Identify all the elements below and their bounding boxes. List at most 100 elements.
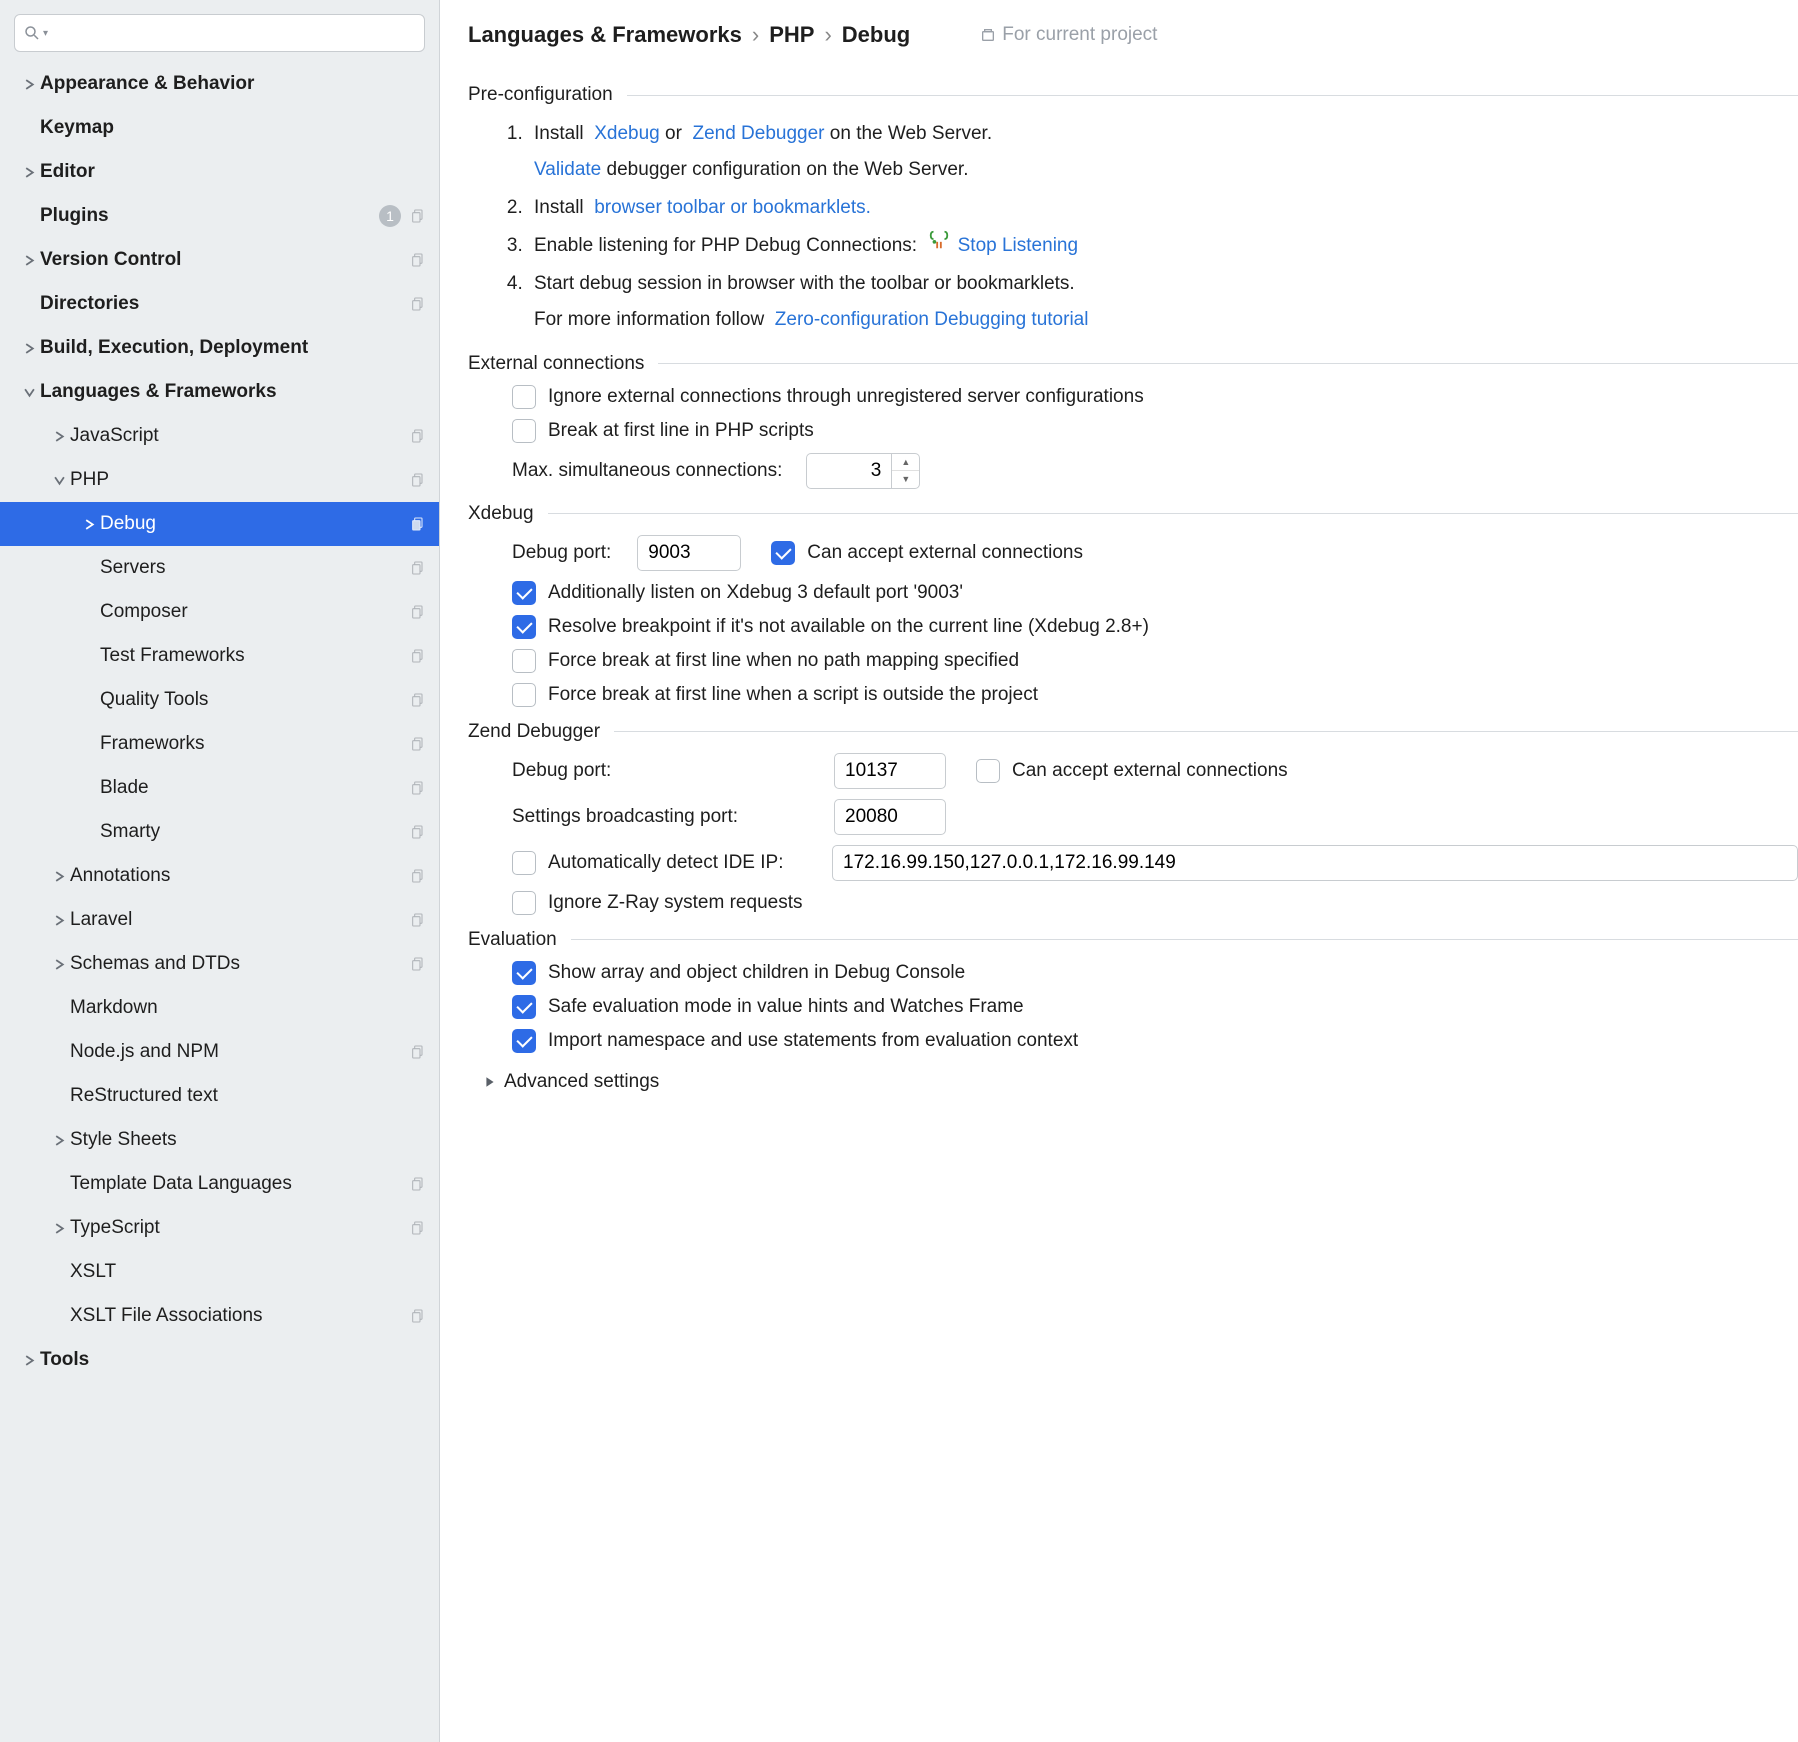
sidebar-item-node-js-and-npm[interactable]: Node.js and NPM: [0, 1030, 439, 1074]
zend-ignore-zray-label: Ignore Z-Ray system requests: [548, 892, 802, 914]
sidebar-item-template-data-languages[interactable]: Template Data Languages: [0, 1162, 439, 1206]
sidebar-item-style-sheets[interactable]: Style Sheets: [0, 1118, 439, 1162]
sidebar-item-smarty[interactable]: Smarty: [0, 810, 439, 854]
xdebug-accept-external-checkbox[interactable]: [771, 541, 795, 565]
sidebar-item-debug[interactable]: Debug: [0, 502, 439, 546]
sidebar-item-version-control[interactable]: Version Control: [0, 238, 439, 282]
sidebar-item-label: Plugins: [40, 205, 379, 227]
chevron-right-icon: [50, 955, 68, 973]
sidebar-item-label: Markdown: [70, 997, 429, 1019]
section-evaluation: Evaluation: [468, 929, 1798, 951]
arrow-spacer: [50, 1263, 68, 1281]
stop-listening-link[interactable]: Stop Listening: [958, 235, 1078, 256]
sidebar-item-servers[interactable]: Servers: [0, 546, 439, 590]
sidebar-item-frameworks[interactable]: Frameworks: [0, 722, 439, 766]
sidebar-item-markdown[interactable]: Markdown: [0, 986, 439, 1030]
sidebar-item-keymap[interactable]: Keymap: [0, 106, 439, 150]
project-icon: [980, 27, 996, 43]
search-box[interactable]: ▾: [14, 14, 425, 52]
chevron-right-icon: [20, 163, 38, 181]
sidebar-item-schemas-and-dtds[interactable]: Schemas and DTDs: [0, 942, 439, 986]
project-scope-icon: [407, 780, 429, 796]
arrow-spacer: [50, 1087, 68, 1105]
project-scope-icon: [407, 516, 429, 532]
sidebar-item-build-execution-deployment[interactable]: Build, Execution, Deployment: [0, 326, 439, 370]
search-input[interactable]: [48, 23, 416, 44]
validate-link[interactable]: Validate: [534, 159, 601, 180]
xdebug-force-nopath-checkbox[interactable]: [512, 649, 536, 673]
sidebar-item-annotations[interactable]: Annotations: [0, 854, 439, 898]
sidebar-item-label: Frameworks: [100, 733, 407, 755]
sidebar-item-typescript[interactable]: TypeScript: [0, 1206, 439, 1250]
zend-broadcast-input[interactable]: [834, 799, 946, 835]
eval-show-children-label: Show array and object children in Debug …: [548, 962, 965, 984]
xdebug-resolve-bp-checkbox[interactable]: [512, 615, 536, 639]
arrow-spacer: [80, 647, 98, 665]
breadcrumb: Languages & Frameworks › PHP › Debug: [468, 22, 910, 48]
sidebar-item-label: Version Control: [40, 249, 407, 271]
stepper-up[interactable]: ▲: [892, 454, 919, 472]
sidebar-item-appearance-behavior[interactable]: Appearance & Behavior: [0, 62, 439, 106]
xdebug-link[interactable]: Xdebug: [594, 123, 660, 144]
zend-debugger-link[interactable]: Zend Debugger: [692, 123, 824, 144]
chevron-right-icon: [20, 339, 38, 357]
sidebar-item-tools[interactable]: Tools: [0, 1338, 439, 1382]
zend-port-input[interactable]: [834, 753, 946, 789]
stepper-down[interactable]: ▼: [892, 471, 919, 488]
eval-show-children-checkbox[interactable]: [512, 961, 536, 985]
chevron-right-icon: [484, 1076, 496, 1088]
xdebug-listen-default-checkbox[interactable]: [512, 581, 536, 605]
section-xdebug: Xdebug: [468, 503, 1798, 525]
arrow-spacer: [50, 1043, 68, 1061]
sidebar-item-xslt-file-associations[interactable]: XSLT File Associations: [0, 1294, 439, 1338]
max-conn-stepper[interactable]: ▲ ▼: [806, 453, 920, 489]
arrow-spacer: [50, 1307, 68, 1325]
sidebar-item-plugins[interactable]: Plugins1: [0, 194, 439, 238]
sidebar-item-laravel[interactable]: Laravel: [0, 898, 439, 942]
arrow-spacer: [80, 603, 98, 621]
zend-auto-ip-checkbox[interactable]: [512, 851, 536, 875]
ignore-external-checkbox[interactable]: [512, 385, 536, 409]
sidebar-item-editor[interactable]: Editor: [0, 150, 439, 194]
tutorial-link[interactable]: Zero-configuration Debugging tutorial: [775, 309, 1089, 330]
arrow-spacer: [80, 779, 98, 797]
sidebar-item-label: PHP: [70, 469, 407, 491]
xdebug-force-nopath-label: Force break at first line when no path m…: [548, 650, 1019, 672]
settings-main: Languages & Frameworks › PHP › Debug For…: [440, 0, 1798, 1742]
eval-safe-mode-checkbox[interactable]: [512, 995, 536, 1019]
bookmarklets-link[interactable]: browser toolbar or bookmarklets.: [594, 197, 871, 218]
settings-content: Pre-configuration Install Xdebug or Zend…: [440, 66, 1798, 1742]
zend-ignore-zray-checkbox[interactable]: [512, 891, 536, 915]
sidebar-item-label: Languages & Frameworks: [40, 381, 429, 403]
xdebug-force-outside-checkbox[interactable]: [512, 683, 536, 707]
project-scope-icon: [407, 1308, 429, 1324]
arrow-spacer: [50, 1175, 68, 1193]
sidebar-item-test-frameworks[interactable]: Test Frameworks: [0, 634, 439, 678]
sidebar-item-quality-tools[interactable]: Quality Tools: [0, 678, 439, 722]
arrow-spacer: [20, 207, 38, 225]
zend-accept-external-checkbox[interactable]: [976, 759, 1000, 783]
advanced-settings-toggle[interactable]: Advanced settings: [484, 1071, 1798, 1093]
sidebar-item-restructured-text[interactable]: ReStructured text: [0, 1074, 439, 1118]
max-conn-input[interactable]: [806, 453, 892, 489]
sidebar-item-xslt[interactable]: XSLT: [0, 1250, 439, 1294]
project-scope-icon: [407, 472, 429, 488]
project-scope-icon: [407, 428, 429, 444]
zend-ip-input[interactable]: [832, 845, 1798, 881]
sidebar-item-label: Blade: [100, 777, 407, 799]
sidebar-item-languages-frameworks[interactable]: Languages & Frameworks: [0, 370, 439, 414]
eval-import-ns-checkbox[interactable]: [512, 1029, 536, 1053]
break-first-line-checkbox[interactable]: [512, 419, 536, 443]
project-scope-icon: [407, 692, 429, 708]
sidebar-item-php[interactable]: PHP: [0, 458, 439, 502]
sidebar-item-directories[interactable]: Directories: [0, 282, 439, 326]
sidebar-item-javascript[interactable]: JavaScript: [0, 414, 439, 458]
sidebar-item-blade[interactable]: Blade: [0, 766, 439, 810]
arrow-spacer: [20, 119, 38, 137]
arrow-spacer: [20, 295, 38, 313]
sidebar-item-label: Editor: [40, 161, 429, 183]
advanced-settings-label: Advanced settings: [504, 1071, 659, 1093]
sidebar-item-composer[interactable]: Composer: [0, 590, 439, 634]
xdebug-port-input[interactable]: [637, 535, 741, 571]
sidebar-item-label: XSLT File Associations: [70, 1305, 407, 1327]
